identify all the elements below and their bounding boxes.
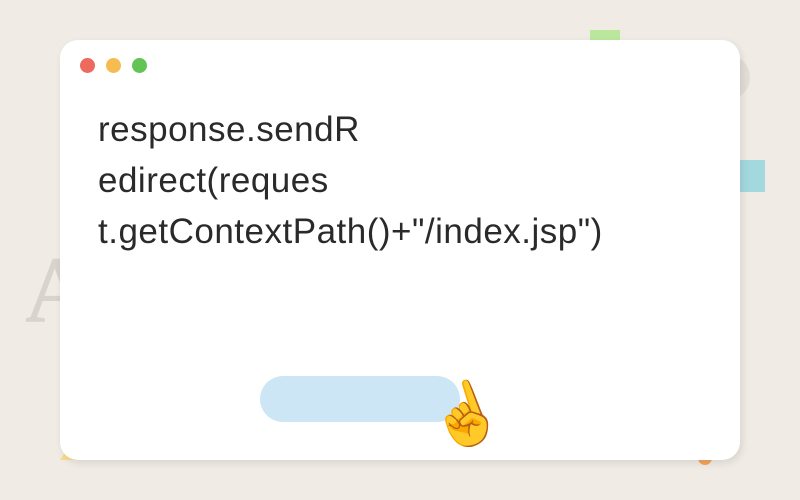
code-line-3: t.getContextPath()+"/index.jsp")	[98, 207, 702, 258]
question-card: response.sendR edirect(reques t.getConte…	[60, 40, 740, 460]
code-line-2: edirect(reques	[98, 156, 702, 207]
code-content: response.sendR edirect(reques t.getConte…	[60, 90, 740, 272]
maximize-icon[interactable]	[132, 58, 147, 73]
window-titlebar	[60, 40, 740, 90]
minimize-icon[interactable]	[106, 58, 121, 73]
code-line-1: response.sendR	[98, 105, 702, 156]
close-icon[interactable]	[80, 58, 95, 73]
